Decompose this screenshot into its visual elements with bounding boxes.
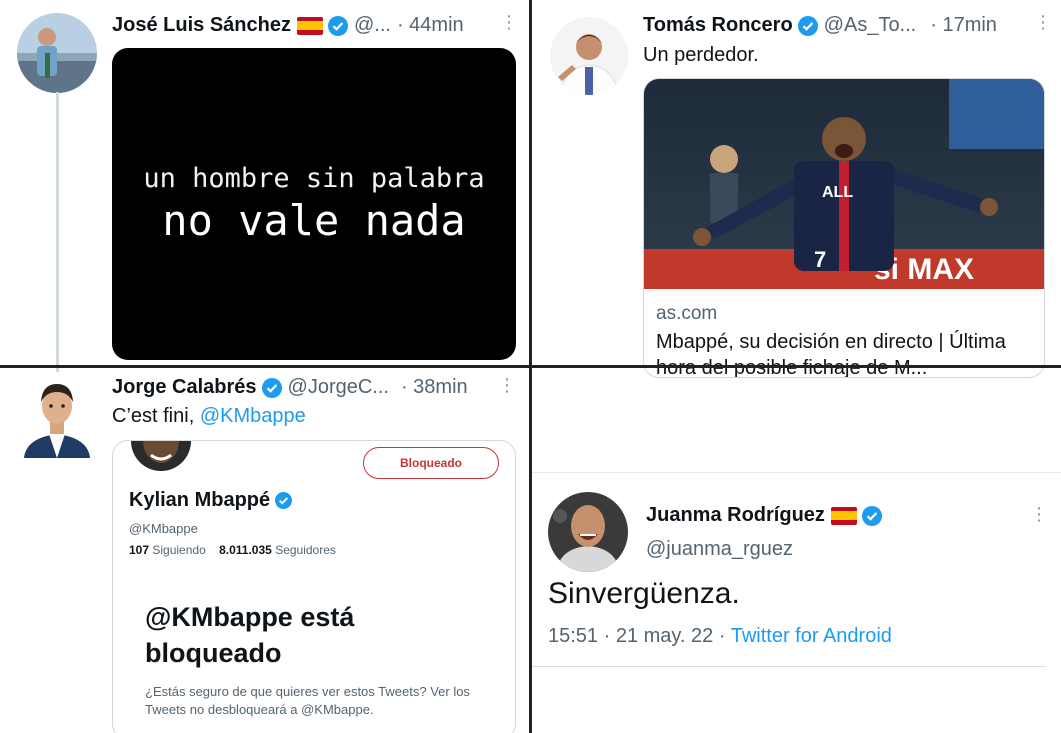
author-name[interactable]: Tomás Roncero <box>643 14 793 37</box>
more-options-icon[interactable]: ⋮ <box>1030 504 1048 525</box>
mention-link[interactable]: @KMbappe <box>200 405 306 427</box>
embedded-profile-screenshot[interactable]: Bloqueado Kylian Mbappé @KMbappe 107 Sig… <box>112 440 516 733</box>
verified-badge-icon <box>861 505 882 526</box>
author-handle[interactable]: @juanma_rguez <box>646 538 793 561</box>
verified-badge-icon <box>275 492 293 509</box>
tweet-timestamp[interactable]: 15:51 · 21 may. 22 · <box>548 625 731 647</box>
avatar-jose-luis[interactable] <box>17 13 97 93</box>
jersey-sponsor: ALL <box>822 184 853 201</box>
verified-badge-icon <box>261 377 282 398</box>
blocked-button[interactable]: Bloqueado <box>363 447 499 479</box>
tweet-time[interactable]: · 17min <box>930 14 997 37</box>
divider <box>532 472 1061 473</box>
more-options-icon[interactable]: ⋮ <box>500 12 518 33</box>
author-name[interactable]: Juanma Rodríguez <box>646 504 825 527</box>
tweet-meta: 15:51 · 21 may. 22 · Twitter for Android <box>548 625 892 648</box>
avatar-jorge-calabres[interactable] <box>20 378 94 458</box>
image-text-line2: no vale nada <box>162 196 466 245</box>
jersey-number: 7 <box>814 247 826 272</box>
profile-avatar <box>131 441 191 471</box>
author-name[interactable]: Jorge Calabrés <box>112 376 257 399</box>
tweet-time[interactable]: · 38min <box>401 376 468 399</box>
tweet-time[interactable]: · 44min <box>397 14 464 37</box>
author-name[interactable]: José Luis Sánchez <box>112 14 291 37</box>
spain-flag-icon <box>296 16 323 35</box>
tweet-header: Juanma Rodríguez <box>646 504 882 527</box>
tweet-header: José Luis Sánchez @... · 44min <box>112 14 464 37</box>
verified-badge-icon <box>327 15 348 36</box>
blocked-note: ¿Estás seguro de que quieres ver estos T… <box>145 684 470 717</box>
verified-badge-icon <box>797 15 818 36</box>
profile-name: Kylian Mbappé <box>129 489 293 512</box>
followers-label: Seguidores <box>275 543 336 557</box>
author-handle[interactable]: @JorgeC... <box>288 376 389 399</box>
following-count: 107 <box>129 543 150 557</box>
tweet-header: Jorge Calabrés @JorgeC... · 38min <box>112 376 468 399</box>
avatar-tomas-roncero[interactable] <box>550 17 628 95</box>
more-options-icon[interactable]: ⋮ <box>498 375 516 396</box>
tweet-text: C’est fini, @KMbappe <box>112 405 306 428</box>
divider <box>532 666 1046 667</box>
tweet-source[interactable]: Twitter for Android <box>731 625 892 647</box>
link-card-image: si MAX ALL 7 <box>644 79 1044 289</box>
tweet-text: Sinvergüenza. <box>548 577 740 610</box>
blocked-title: @KMbappe está bloqueado <box>145 602 355 668</box>
author-handle[interactable]: @As_To... <box>824 14 917 37</box>
tweet-text: Un perdedor. <box>643 44 759 66</box>
profile-stats: 107 Siguiendo 8.011.035 Seguidores <box>129 543 336 557</box>
profile-name-text: Kylian Mbappé <box>129 489 271 511</box>
tweet-text-prefix: C’est fini, <box>112 405 200 427</box>
profile-handle: @KMbappe <box>129 521 198 536</box>
spain-flag-icon <box>830 506 857 525</box>
more-options-icon[interactable]: ⋮ <box>1034 12 1052 33</box>
link-card-title: Mbappé, su decisión en directo | Última … <box>656 331 1006 377</box>
thread-line <box>56 92 59 372</box>
tweet-header: Tomás Roncero @As_To... · 17min <box>643 14 997 37</box>
following-label: Siguiendo <box>152 543 206 557</box>
image-text-line1: un hombre sin palabra <box>143 163 485 194</box>
collage-divider-horizontal <box>0 365 1061 368</box>
followers-count: 8.011.035 <box>219 543 272 557</box>
avatar-juanma[interactable] <box>548 492 628 572</box>
link-card[interactable]: si MAX ALL 7 as.com Mbappé, su decisión … <box>643 78 1045 378</box>
link-card-domain: as.com <box>656 303 718 324</box>
author-handle[interactable]: @... <box>354 14 391 37</box>
tweet-image[interactable]: un hombre sin palabra no vale nada <box>112 48 516 360</box>
